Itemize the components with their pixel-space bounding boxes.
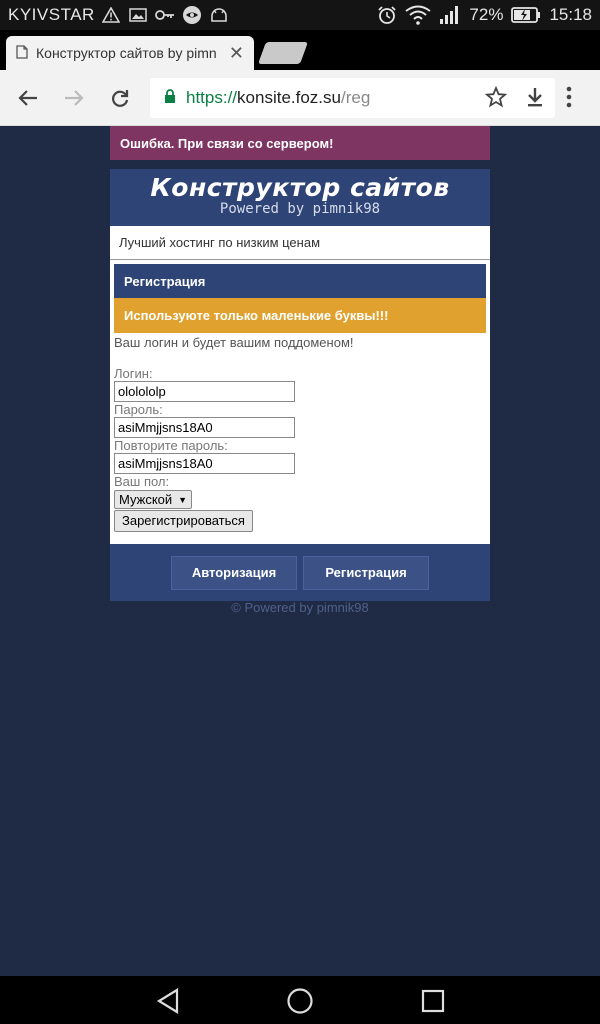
- gender-value: Мужской: [119, 492, 173, 507]
- copyright: © Powered by pimnik98: [231, 600, 369, 615]
- reload-icon[interactable]: [97, 75, 143, 121]
- registration-form: Логин: ololololp Пароль: asiMmjjsns18A0 …: [114, 366, 486, 532]
- download-icon[interactable]: [525, 86, 545, 113]
- clock: 15:18: [549, 5, 592, 24]
- close-icon[interactable]: ✕: [229, 43, 244, 64]
- password-label: Пароль:: [114, 402, 163, 417]
- lock-icon: [164, 88, 176, 108]
- site-header: Конструктор сайтов Powered by pimnik98: [110, 169, 490, 226]
- address-bar[interactable]: https://konsite.foz.su/reg: [150, 78, 555, 118]
- login-nav-button[interactable]: Авторизация: [171, 555, 297, 590]
- eye-icon: [182, 6, 202, 24]
- android-icon: [209, 6, 229, 24]
- page-icon: [16, 44, 28, 62]
- site-logo[interactable]: Конструктор сайтов: [110, 169, 490, 202]
- browser-toolbar: https://konsite.foz.su/reg: [0, 70, 600, 126]
- battery-charging-icon: [511, 6, 541, 24]
- image-icon: [128, 6, 148, 24]
- home-circle-icon[interactable]: [286, 988, 314, 1021]
- web-content: Ошибка. При связи со сервером! Конструкт…: [0, 126, 600, 976]
- wifi-icon: [405, 5, 432, 25]
- warning-banner: Используюте только маленькие буквы!!!: [114, 298, 486, 333]
- tab-title: Конструктор сайтов by pimnik98: [36, 45, 216, 61]
- tab-strip: Конструктор сайтов by pimnik98 ✕: [0, 30, 600, 70]
- error-banner: Ошибка. При связи со сервером!: [110, 126, 490, 160]
- url-host: konsite.foz.su: [237, 88, 341, 107]
- password-field[interactable]: asiMmjjsns18A0: [114, 417, 295, 438]
- url-path: /reg: [340, 88, 371, 107]
- gender-select[interactable]: Мужской ▼: [114, 490, 193, 509]
- registration-panel: Регистрация Используюте только маленькие…: [110, 260, 490, 544]
- recents-square-icon[interactable]: [421, 988, 445, 1019]
- alarm-icon: [377, 5, 397, 25]
- overflow-menu-icon[interactable]: [566, 86, 572, 113]
- login-field[interactable]: ololololp: [114, 381, 295, 402]
- panel-title: Регистрация: [114, 264, 486, 298]
- carrier-name: KYIVSTAR: [8, 5, 95, 24]
- status-bar: KYIVSTAR 72% 15:18: [0, 0, 600, 30]
- dropdown-arrow-icon: ▼: [178, 494, 188, 505]
- subdomain-note: Ваш логин и будет вашим поддоменом!: [114, 335, 354, 350]
- key-icon: [154, 6, 175, 24]
- new-tab-button[interactable]: [257, 42, 309, 64]
- footer-nav: Авторизация Регистрация: [110, 544, 490, 601]
- system-nav-bar: [0, 976, 600, 1024]
- back-triangle-icon[interactable]: [156, 988, 180, 1019]
- forward-icon[interactable]: [51, 75, 97, 121]
- repeat-password-label: Повторите пароль:: [114, 438, 228, 453]
- signal-icon: [439, 5, 461, 25]
- login-label: Логин:: [114, 366, 153, 381]
- tagline: Лучший хостинг по низким ценам: [110, 226, 490, 260]
- bookmark-star-icon[interactable]: [484, 85, 508, 113]
- warning-icon: [101, 6, 121, 24]
- powered-by: Powered by pimnik98: [219, 201, 381, 217]
- gender-label: Ваш пол:: [114, 474, 170, 489]
- browser-tab[interactable]: Конструктор сайтов by pimnik98 ✕: [6, 36, 254, 70]
- register-nav-button[interactable]: Регистрация: [303, 555, 429, 590]
- url-scheme: https://: [186, 88, 238, 107]
- back-icon[interactable]: [5, 75, 51, 121]
- battery-percent: 72%: [469, 5, 504, 24]
- repeat-password-field[interactable]: asiMmjjsns18A0: [114, 453, 295, 474]
- register-submit-button[interactable]: Зарегистрироваться: [114, 510, 253, 532]
